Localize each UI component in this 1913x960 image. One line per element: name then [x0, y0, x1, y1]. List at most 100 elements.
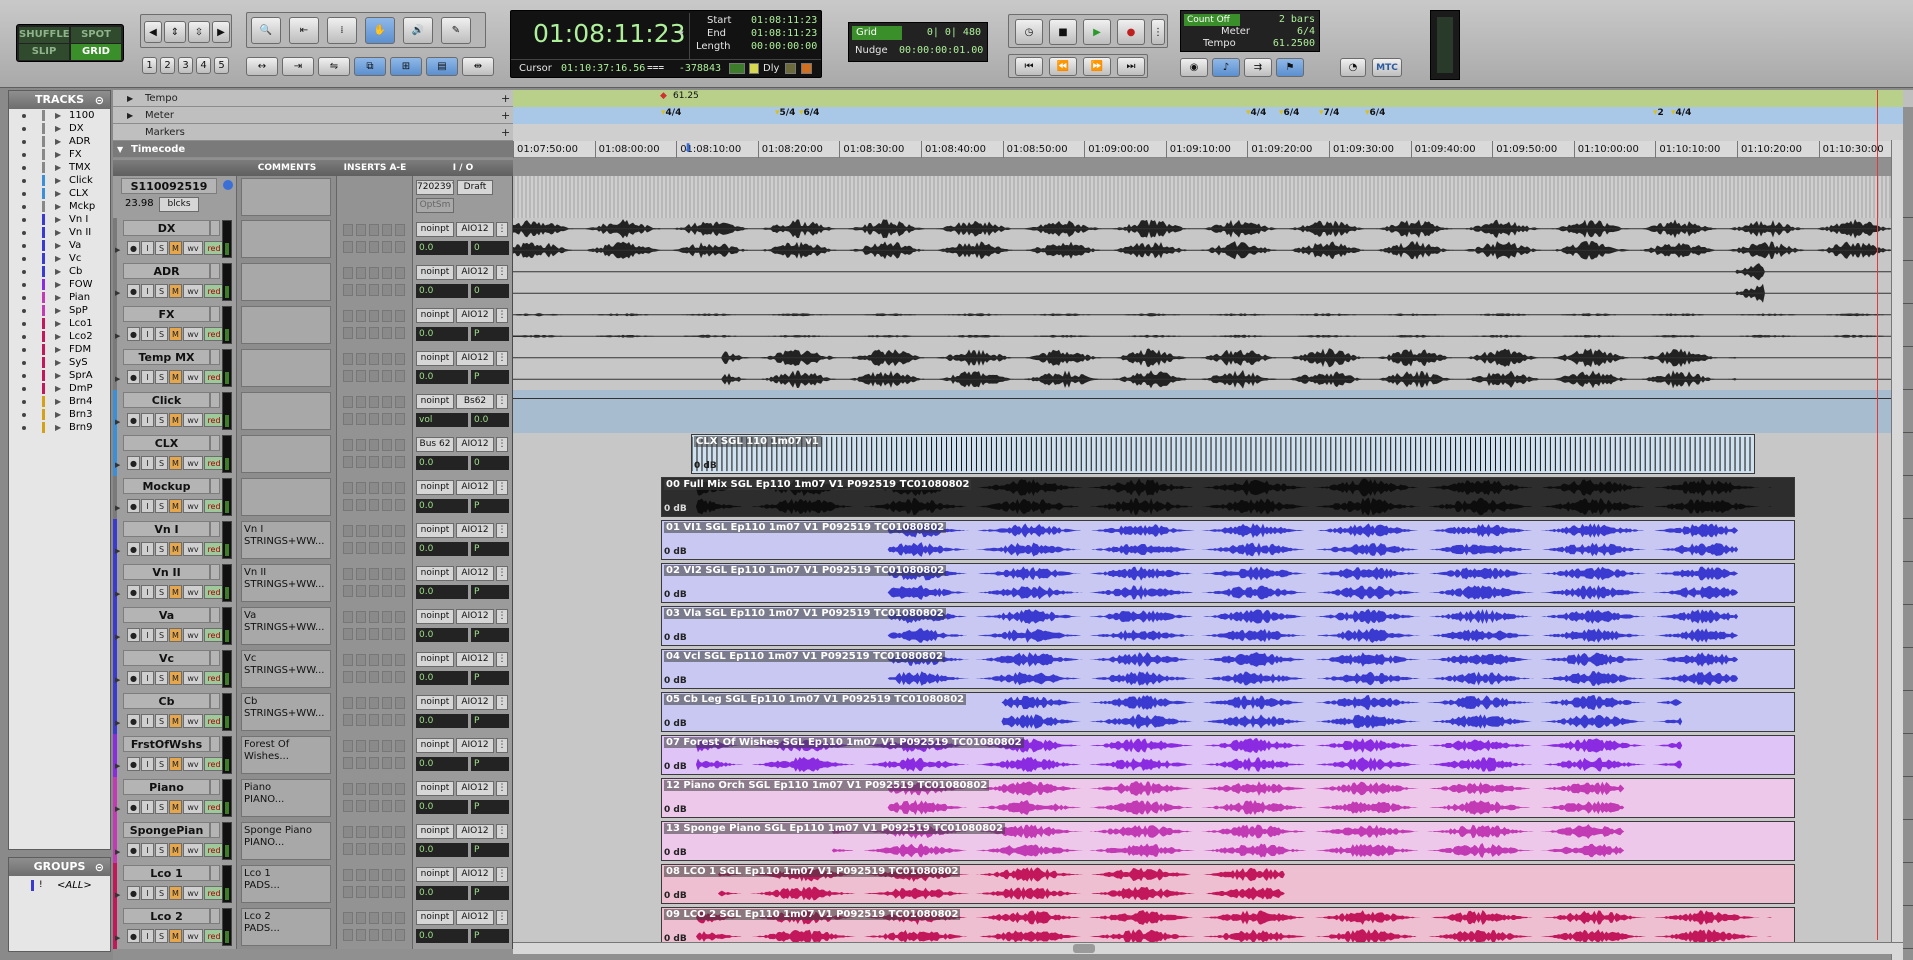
solo-button[interactable]: S: [155, 929, 168, 943]
track-lane[interactable]: [513, 261, 1903, 304]
track-visible-icon[interactable]: [22, 413, 26, 417]
fast-forward-icon[interactable]: ⏩: [1083, 57, 1111, 76]
insert-slot[interactable]: [343, 542, 353, 554]
insert-slot[interactable]: [343, 224, 353, 236]
insert-slot[interactable]: [395, 396, 405, 408]
track-comment-text[interactable]: [241, 349, 331, 387]
track-view-button[interactable]: wv: [183, 800, 203, 814]
insert-slot[interactable]: [356, 267, 366, 279]
track-output-selector[interactable]: AIO12: [456, 695, 494, 710]
track-output-selector[interactable]: AIO12: [456, 609, 494, 624]
track-view-button[interactable]: wv: [183, 542, 203, 556]
insert-slot[interactable]: [382, 353, 392, 365]
playlist-button[interactable]: red: [204, 327, 224, 341]
track-expand-icon[interactable]: ▶: [115, 934, 120, 942]
insert-slot[interactable]: [343, 456, 353, 468]
playlist-button[interactable]: red: [204, 843, 224, 857]
insert-slot[interactable]: [395, 370, 405, 382]
tracklist-item[interactable]: ▶ Pian: [9, 291, 110, 304]
insert-slot[interactable]: [356, 912, 366, 924]
track-output-menu-icon[interactable]: ⋮: [496, 437, 508, 452]
tracklist-item[interactable]: ▶ Click: [9, 174, 110, 187]
track-lane[interactable]: 00 Full Mix SGL Ep110 1m07 V1 P092519 TC…: [513, 476, 1903, 519]
insert-slot[interactable]: [395, 456, 405, 468]
insert-slot[interactable]: [382, 568, 392, 580]
go-to-end-icon[interactable]: ⏭: [1117, 57, 1145, 76]
zoom-preset-5[interactable]: 5: [214, 57, 229, 74]
track-volume[interactable]: 0.0: [416, 241, 468, 255]
audio-clip[interactable]: 00 Full Mix SGL Ep110 1m07 V1 P092519 TC…: [661, 477, 1795, 517]
track-lane[interactable]: 08 LCO 1 SGL Ep110 1m07 V1 P092519 TC010…: [513, 863, 1903, 906]
length-value[interactable]: 00:00:00:00: [751, 41, 817, 52]
insert-slot[interactable]: [395, 697, 405, 709]
solo-button[interactable]: S: [155, 499, 168, 513]
solo-button[interactable]: S: [155, 757, 168, 771]
insert-slot[interactable]: [356, 654, 366, 666]
insert-slot[interactable]: [369, 697, 379, 709]
insert-slot[interactable]: [343, 671, 353, 683]
track-pan[interactable]: P: [471, 628, 509, 642]
track-comments[interactable]: Lco 2 PADS...: [237, 906, 337, 949]
insert-slot[interactable]: [343, 267, 353, 279]
insert-slot[interactable]: [343, 370, 353, 382]
record-enable-button[interactable]: ●: [127, 671, 140, 685]
insert-slot[interactable]: [369, 327, 379, 339]
meter-marker[interactable]: ▾4/4: [1671, 108, 1691, 118]
track-visible-icon[interactable]: [22, 426, 26, 430]
insert-slot[interactable]: [356, 224, 366, 236]
insert-slot[interactable]: [395, 826, 405, 838]
solo-button[interactable]: S: [155, 714, 168, 728]
meter-ruler-lane[interactable]: ▾4/4 ▾5/4 ▾6/4 ▾4/4 ▾6/4 ▾7/4 ▾6/4 ▾2 ▾4/4: [513, 107, 1903, 124]
metronome-icon[interactable]: ♪: [1212, 58, 1240, 77]
record-enable-button[interactable]: ●: [127, 929, 140, 943]
track-output-selector[interactable]: AIO12: [456, 265, 494, 280]
track-view-button[interactable]: wv: [183, 714, 203, 728]
track-lane[interactable]: 03 Vla SGL Ep110 1m07 V1 P092519 TC01080…: [513, 605, 1903, 648]
track-lane[interactable]: 12 Piano Orch SGL Ep110 1m07 V1 P092519 …: [513, 777, 1903, 820]
playlist-button[interactable]: red: [204, 370, 224, 384]
track-view-button[interactable]: wv: [183, 886, 203, 900]
insert-slot[interactable]: [369, 654, 379, 666]
insert-slot[interactable]: [343, 757, 353, 769]
track-comment-text[interactable]: [241, 306, 331, 344]
track-visible-icon[interactable]: [22, 283, 26, 287]
track-comment-text[interactable]: Sponge Piano PIANO...: [241, 822, 331, 860]
track-input-selector[interactable]: noinpt: [416, 523, 454, 538]
insert-slot[interactable]: [369, 370, 379, 382]
track-view-button[interactable]: wv: [183, 284, 203, 298]
insert-slot[interactable]: [369, 499, 379, 511]
track-visible-icon[interactable]: [22, 114, 26, 118]
tracklist-item[interactable]: ▶ Brn9: [9, 421, 110, 434]
insert-slot[interactable]: [369, 396, 379, 408]
timecode-ruler-lane[interactable]: 01:07:50:00 01:08:00:00 01:08:10:00 01:08:2…: [513, 141, 1903, 158]
track-output-selector[interactable]: AIO12: [456, 910, 494, 925]
tracklist-item[interactable]: ▶ SprA: [9, 369, 110, 382]
mute-button[interactable]: M: [169, 241, 182, 255]
track-expand-icon[interactable]: ▶: [115, 719, 120, 727]
input-monitor-button[interactable]: I: [141, 542, 154, 556]
insert-slot[interactable]: [369, 869, 379, 881]
track-comments[interactable]: Forest Of Wishes...: [237, 734, 337, 777]
insert-slot[interactable]: [356, 611, 366, 623]
track-view-button[interactable]: wv: [183, 757, 203, 771]
grid-lock-icon[interactable]: [729, 63, 745, 74]
insert-slot[interactable]: [382, 611, 392, 623]
tracklist-item[interactable]: ▶ FOW: [9, 278, 110, 291]
insert-slot[interactable]: [343, 929, 353, 941]
insert-slot[interactable]: [356, 396, 366, 408]
insert-slot[interactable]: [382, 525, 392, 537]
track-input-selector[interactable]: noinpt: [416, 265, 454, 280]
input-monitor-button[interactable]: I: [141, 714, 154, 728]
nudge-value[interactable]: 00:00:00:01.00: [899, 45, 983, 56]
insert-slot[interactable]: [395, 439, 405, 451]
insert-slot[interactable]: [369, 241, 379, 253]
track-visible-icon[interactable]: [22, 296, 26, 300]
markers-ruler[interactable]: Markers +: [113, 124, 1913, 141]
meter-marker[interactable]: ▾4/4: [1246, 108, 1266, 118]
track-visible-icon[interactable]: [22, 231, 26, 235]
insert-slot[interactable]: [369, 525, 379, 537]
insert-slot[interactable]: [382, 929, 392, 941]
insert-slot[interactable]: [382, 886, 392, 898]
insert-slot[interactable]: [356, 439, 366, 451]
track-output-selector[interactable]: AIO12: [456, 480, 494, 495]
